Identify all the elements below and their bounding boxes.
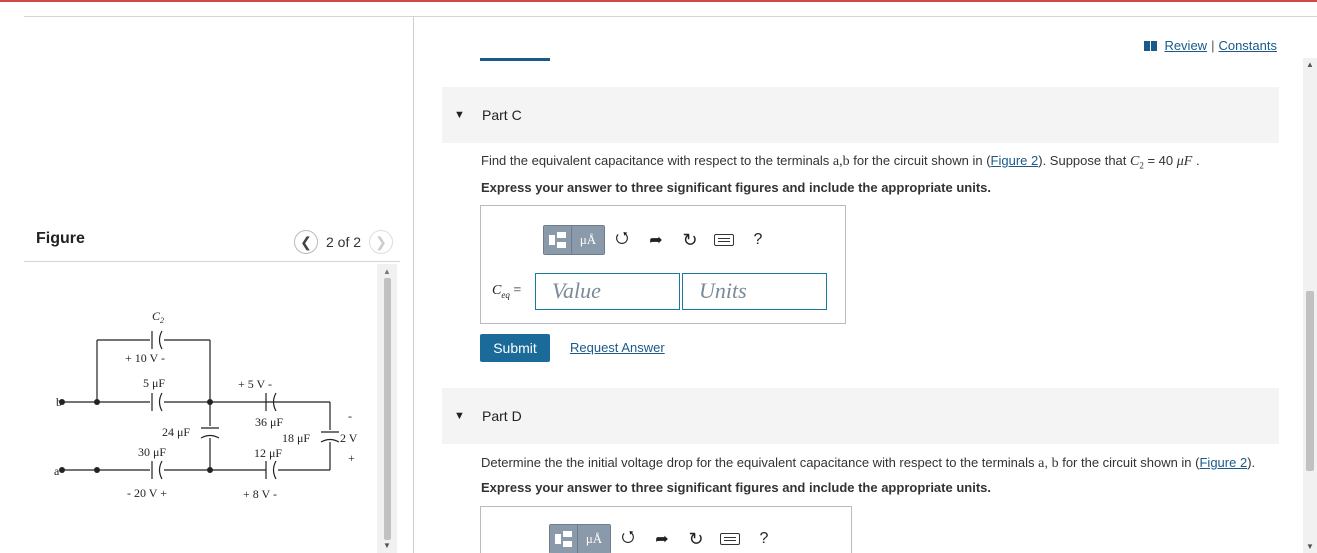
chevron-left-icon[interactable]: ❮	[294, 230, 318, 254]
part-c-instruction: Express your answer to three significant…	[481, 180, 991, 195]
page-scroll-thumb[interactable]	[1306, 291, 1314, 471]
part-d-label: Part D	[482, 408, 522, 424]
part-d-header[interactable]: ▼ Part D	[442, 388, 1279, 444]
link-separator: |	[1211, 38, 1215, 53]
v20-label: - 20 V +	[127, 486, 167, 500]
active-tab-indicator	[480, 58, 550, 61]
constants-link[interactable]: Constants	[1218, 38, 1277, 53]
collapse-triangle-icon[interactable]: ▼	[454, 410, 465, 422]
figure-nav: ❮ 2 of 2 ❯	[294, 230, 394, 254]
top-divider	[24, 16, 1317, 17]
reset-icon[interactable]: ↻	[679, 529, 713, 550]
c2-label: C2	[152, 309, 164, 325]
figure-2-link[interactable]: Figure 2	[991, 153, 1039, 168]
c18-label: 18 μF	[282, 431, 310, 445]
keyboard-icon[interactable]	[713, 533, 747, 545]
part-d-instruction: Express your answer to three significant…	[481, 480, 991, 495]
keyboard-icon[interactable]	[707, 234, 741, 246]
plus-right-label: +	[348, 451, 355, 465]
terminal-b-label: b	[56, 395, 62, 409]
c30-label: 30 μF	[138, 445, 166, 459]
figure-counter: 2 of 2	[326, 234, 362, 250]
scroll-down-icon[interactable]: ▼	[1306, 542, 1314, 551]
templates-icon[interactable]	[544, 226, 572, 254]
ceq-label: Ceq =	[492, 283, 522, 300]
review-link[interactable]: Review	[1164, 38, 1207, 53]
part-c-label: Part C	[482, 107, 522, 123]
terminal-a-label: a	[54, 464, 60, 478]
undo-icon[interactable]: ⭯	[605, 227, 639, 254]
redo-icon[interactable]: ➦	[639, 230, 673, 250]
figure-separator	[24, 261, 400, 262]
v2-label: 2 V	[340, 431, 358, 445]
scroll-up-icon[interactable]: ▲	[383, 267, 391, 276]
v10-label: + 10 V -	[125, 351, 165, 365]
part-c-prompt: Find the equivalent capacitance with res…	[481, 153, 1200, 171]
top-accent-line	[0, 0, 1317, 2]
figure-title: Figure	[36, 230, 85, 247]
page-scrollbar[interactable]: ▲ ▼	[1303, 58, 1317, 553]
scroll-down-icon[interactable]: ▼	[383, 541, 391, 550]
input-tools-group: μÅ	[549, 524, 611, 553]
help-icon[interactable]: ?	[747, 530, 781, 548]
review-links: Review | Constants	[1144, 38, 1277, 53]
undo-icon[interactable]: ⭯	[611, 526, 645, 553]
units-icon[interactable]: μÅ	[572, 226, 604, 254]
value-input[interactable]: Value	[535, 273, 680, 310]
book-icon	[1144, 40, 1158, 51]
units-input[interactable]: Units	[682, 273, 827, 310]
units-icon[interactable]: μÅ	[578, 525, 610, 553]
submit-button[interactable]: Submit	[480, 334, 550, 362]
redo-icon[interactable]: ➦	[645, 529, 679, 549]
help-icon[interactable]: ?	[741, 231, 775, 249]
minus-right-label: -	[348, 409, 352, 423]
part-c-toolbar: μÅ ⭯ ➦ ↻ ?	[543, 225, 775, 255]
part-c-header[interactable]: ▼ Part C	[442, 87, 1279, 143]
part-d-prompt: Determine the the initial voltage drop f…	[481, 455, 1256, 471]
c36-label: 36 μF	[255, 415, 283, 429]
input-tools-group: μÅ	[543, 225, 605, 255]
figure-2-link[interactable]: Figure 2	[1199, 455, 1247, 470]
c12-label: 12 μF	[254, 446, 282, 460]
collapse-triangle-icon[interactable]: ▼	[454, 109, 465, 121]
chevron-right-icon[interactable]: ❯	[369, 230, 394, 254]
scroll-up-icon[interactable]: ▲	[1306, 60, 1314, 69]
part-d-toolbar: μÅ ⭯ ➦ ↻ ?	[549, 524, 781, 553]
request-answer-link[interactable]: Request Answer	[570, 340, 665, 355]
templates-icon[interactable]	[550, 525, 578, 553]
reset-icon[interactable]: ↻	[673, 230, 707, 251]
v8-label: + 8 V -	[243, 487, 277, 501]
pane-divider	[413, 17, 414, 553]
c5-label: 5 μF	[143, 376, 165, 390]
v5-label: + 5 V -	[238, 377, 272, 391]
figure-scroll-thumb[interactable]	[384, 278, 391, 540]
c24-label: 24 μF	[162, 425, 190, 439]
circuit-diagram: C2 + 10 V - 5 μF + 5 V - b 24 μF 36 μF -…	[54, 309, 358, 501]
figure-scrollbar[interactable]: ▲ ▼	[377, 264, 397, 553]
